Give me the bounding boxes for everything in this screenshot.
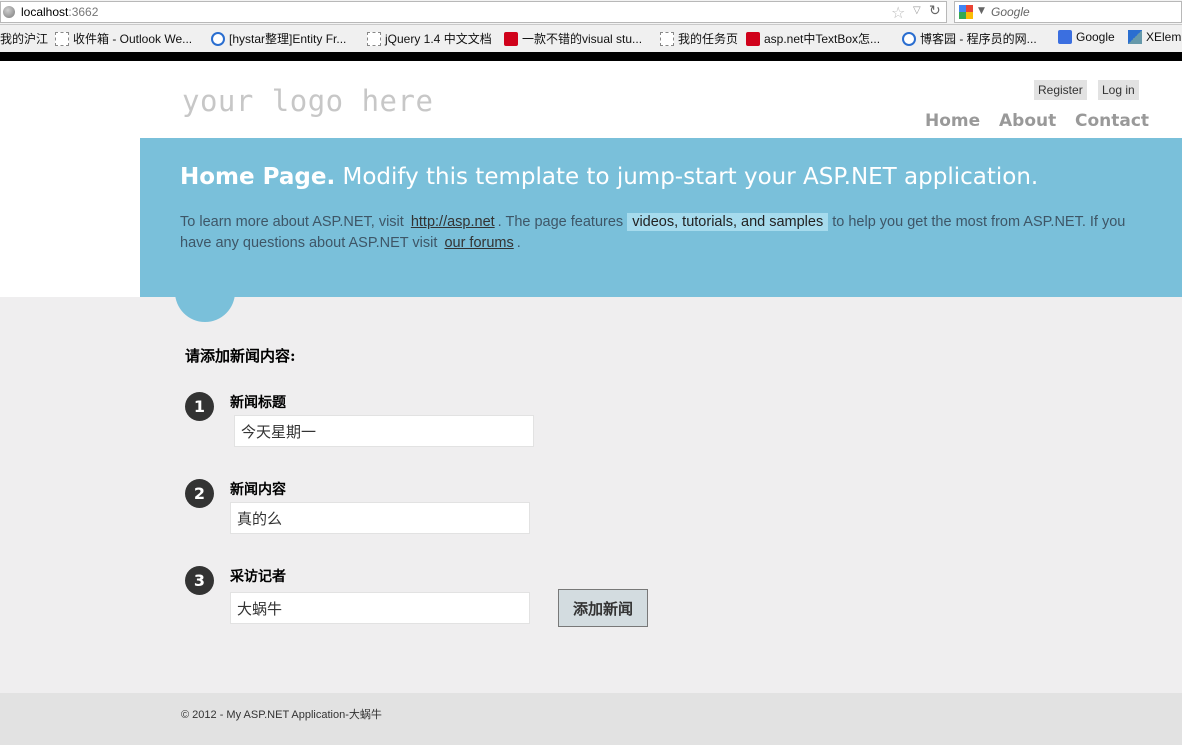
bookmark-item[interactable]: 我的任务页: [660, 30, 738, 47]
main-content: 请添加新闻内容: 1 新闻标题 2 新闻内容 3 采访记者 添加新闻: [0, 267, 1182, 693]
bookmark-label: 我的沪江: [0, 32, 49, 46]
bookmark-item[interactable]: 我的沪江: [0, 30, 48, 47]
bookmark-item[interactable]: 一款不错的visual stu...: [504, 30, 642, 47]
bookmark-label: 一款不错的visual stu...: [522, 32, 643, 46]
nav-home[interactable]: Home: [925, 111, 980, 131]
decorative-circle: [175, 267, 235, 322]
footer-copyright: © 2012 - My ASP.NET Application-大蜗牛: [181, 709, 382, 721]
bookmark-label: Google: [1076, 30, 1115, 44]
news-content-input[interactable]: [230, 502, 530, 534]
site-footer: © 2012 - My ASP.NET Application-大蜗牛: [0, 693, 1182, 745]
site-icon: [211, 31, 225, 46]
bookmark-label: 我的任务页: [678, 32, 739, 46]
featured-title: Home Page. Modify this template to jump-…: [180, 164, 1038, 190]
forums-link[interactable]: our forums: [441, 235, 516, 251]
featured-banner: Home Page. Modify this template to jump-…: [140, 138, 1182, 297]
step-number-1: 1: [185, 392, 214, 421]
page-icon: [660, 31, 674, 46]
featured-text-part: . The page features: [497, 214, 628, 230]
add-news-button[interactable]: 添加新闻: [558, 589, 648, 627]
featured-title-rest: Modify this template to jump-start your …: [335, 164, 1039, 190]
site-logo[interactable]: your logo here: [182, 84, 433, 118]
page-icon: [367, 31, 381, 46]
bookmark-label: jQuery 1.4 中文文档: [385, 32, 492, 46]
bookmarks-bar: 我的沪江 收件箱 - Outlook We... [hystar整理]Entit…: [0, 25, 1182, 52]
step-label-content: 新闻内容: [230, 482, 286, 498]
bookmark-label: 收件箱 - Outlook We...: [73, 32, 193, 46]
step-number-3: 3: [185, 566, 214, 595]
login-link[interactable]: Log in: [1098, 80, 1139, 100]
bookmark-label: asp.net中TextBox怎...: [764, 32, 881, 46]
page-icon: [55, 31, 69, 46]
bookmark-star-icon[interactable]: ☆: [891, 3, 905, 22]
search-placeholder: Google: [991, 5, 1030, 19]
bookmark-item[interactable]: XElem: [1128, 30, 1181, 44]
site-icon: [1128, 30, 1142, 44]
dropdown-arrow-icon[interactable]: ▽: [913, 5, 921, 16]
site-icon: [746, 31, 760, 46]
site-icon: [902, 31, 916, 46]
search-engine-caret-icon[interactable]: ▼: [978, 6, 985, 16]
google-icon: [1058, 30, 1072, 44]
bookmark-item[interactable]: jQuery 1.4 中文文档: [367, 30, 492, 47]
step-label-reporter: 采访记者: [230, 569, 286, 585]
url-host: localhost: [21, 5, 69, 19]
search-box[interactable]: ▼ Google: [954, 1, 1182, 23]
bookmark-item[interactable]: asp.net中TextBox怎...: [746, 30, 880, 47]
form-heading: 请添加新闻内容:: [185, 347, 296, 365]
url-text[interactable]: localhost:3662: [21, 5, 98, 19]
featured-highlight: videos, tutorials, and samples: [627, 213, 829, 231]
featured-text-part: .: [516, 235, 521, 251]
bookmark-item[interactable]: Google: [1058, 30, 1115, 44]
featured-text: To learn more about ASP.NET, visit http:…: [180, 212, 1130, 254]
nav-about[interactable]: About: [999, 111, 1056, 131]
bookmark-label: 博客园 - 程序员的网...: [920, 32, 1037, 46]
asp-net-link[interactable]: http://asp.net: [408, 214, 498, 230]
featured-title-bold: Home Page.: [180, 164, 336, 190]
site-header: your logo here Register Log in Home Abou…: [0, 61, 1182, 138]
globe-icon: [3, 6, 15, 18]
register-link[interactable]: Register: [1034, 80, 1087, 100]
site-icon: [504, 31, 518, 46]
nav-contact[interactable]: Contact: [1075, 111, 1149, 131]
news-title-input[interactable]: [234, 415, 534, 447]
step-number-2: 2: [185, 479, 214, 508]
bookmark-label: [hystar整理]Entity Fr...: [229, 32, 347, 46]
featured-text-part: To learn more about ASP.NET, visit: [180, 214, 408, 230]
google-icon: [959, 5, 973, 19]
url-port: :3662: [68, 5, 99, 19]
reload-icon[interactable]: ↻: [929, 3, 941, 19]
bookmark-item[interactable]: [hystar整理]Entity Fr...: [211, 30, 346, 47]
bookmark-label: XElem: [1146, 30, 1182, 44]
bookmark-item[interactable]: 收件箱 - Outlook We...: [55, 30, 192, 47]
address-bar[interactable]: localhost:3662 ☆ ▽ ↻: [0, 1, 947, 23]
bookmark-item[interactable]: 博客园 - 程序员的网...: [902, 30, 1037, 47]
browser-toolbar: localhost:3662 ☆ ▽ ↻ ▼ Google: [0, 0, 1182, 25]
reporter-input[interactable]: [230, 592, 530, 624]
step-label-title: 新闻标题: [230, 395, 286, 411]
toolbar-divider: [0, 52, 1182, 61]
